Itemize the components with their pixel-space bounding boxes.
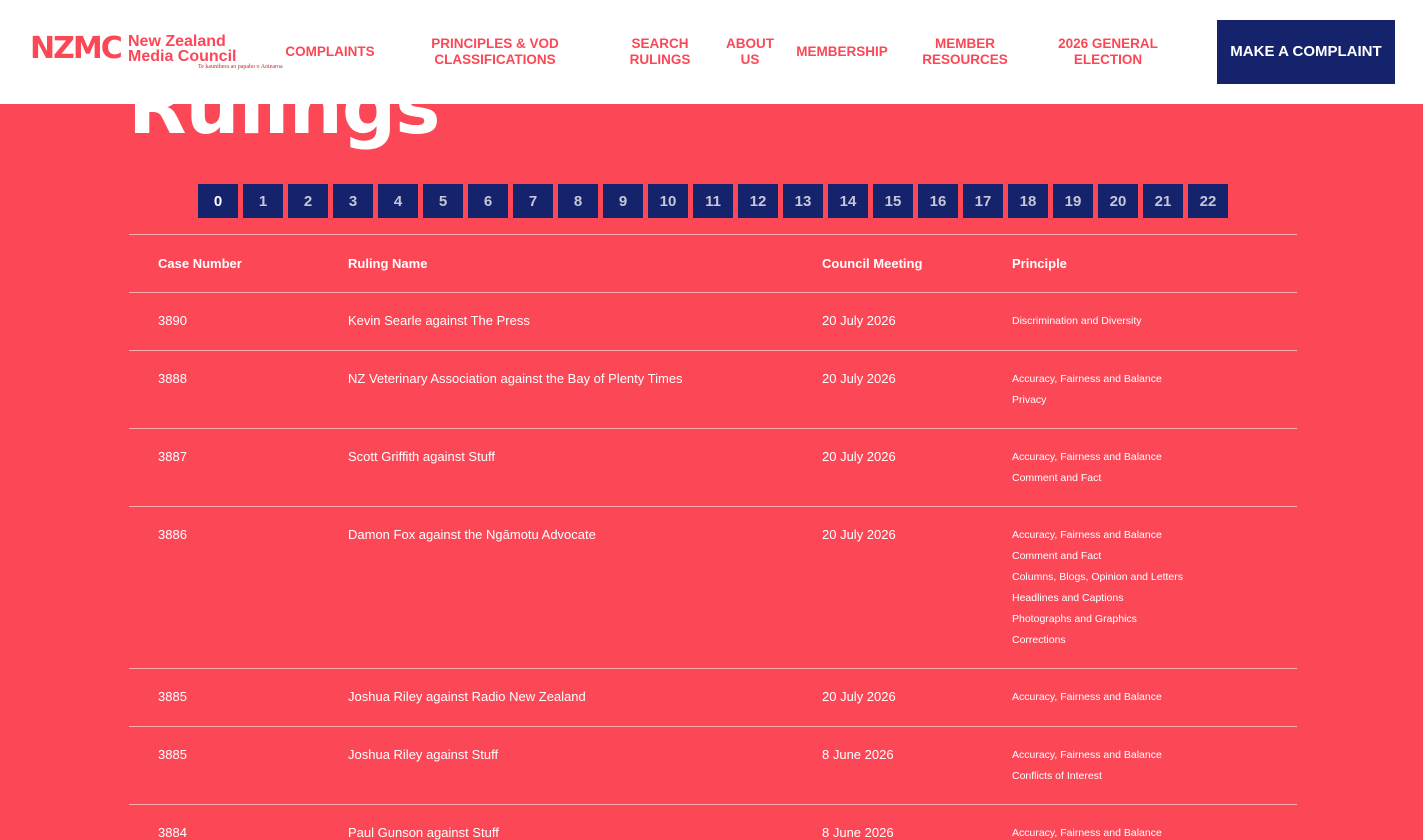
logo-name-line2: Media Council [128, 48, 237, 65]
logo-name: New Zealand Media Council [128, 33, 268, 65]
page-button-3[interactable]: 3 [333, 184, 373, 218]
table-row[interactable]: 3885 Joshua Riley against Radio New Zeala… [129, 668, 1297, 726]
page-button-2[interactable]: 2 [288, 184, 328, 218]
page-button-10[interactable]: 10 [648, 184, 688, 218]
principle-list: Accuracy, Fairness and Balance Comment an… [1012, 525, 1183, 651]
principle-item: Conflicts of Interest [1012, 770, 1102, 782]
rulings-table: Case Number Ruling Name Council Meeting … [129, 234, 1297, 840]
principle-item: Accuracy, Fairness and Balance [1012, 373, 1162, 385]
table-header-row: Case Number Ruling Name Council Meeting … [129, 234, 1297, 292]
principle-list: Accuracy, Fairness and Balance Comment an… [1012, 447, 1162, 489]
nav-principles[interactable]: PRINCIPLES & VOD CLASSIFICATIONS [416, 36, 574, 68]
principle-list: Accuracy, Fairness and Balance [1012, 687, 1162, 708]
table-row[interactable]: 3887 Scott Griffith against Stuff 20 July … [129, 428, 1297, 506]
principle-item: Privacy [1012, 394, 1047, 406]
council-meeting-date: 8 June 2026 [822, 747, 894, 762]
case-number: 3885 [158, 689, 187, 704]
nav-complaints[interactable]: COMPLAINTS [280, 36, 380, 68]
page-button-16[interactable]: 16 [918, 184, 958, 218]
column-header-case-number: Case Number [158, 256, 242, 271]
page-button-11[interactable]: 11 [693, 184, 733, 218]
page-button-18[interactable]: 18 [1008, 184, 1048, 218]
make-complaint-button[interactable]: MAKE A COMPLAINT [1217, 20, 1395, 84]
council-meeting-date: 20 July 2026 [822, 527, 896, 542]
nav-general-election[interactable]: 2026 GENERAL ELECTION [1044, 36, 1172, 68]
case-number: 3886 [158, 527, 187, 542]
logo-mark: NZMC [30, 31, 123, 66]
principle-item: Corrections [1012, 634, 1066, 646]
page-button-21[interactable]: 21 [1143, 184, 1183, 218]
logo-name-line1: New Zealand [128, 33, 226, 50]
principle-item: Photographs and Graphics [1012, 613, 1137, 625]
page-button-17[interactable]: 17 [963, 184, 1003, 218]
table-row[interactable]: 3884 Paul Gunson against Stuff 8 June 2026… [129, 804, 1297, 840]
case-number: 3885 [158, 747, 187, 762]
council-meeting-date: 20 July 2026 [822, 449, 896, 464]
site-logo[interactable]: NZMC New Zealand Media Council Te kaunih… [30, 31, 283, 71]
principle-item: Accuracy, Fairness and Balance [1012, 691, 1162, 703]
page-button-1[interactable]: 1 [243, 184, 283, 218]
table-row[interactable]: 3890 Kevin Searle against The Press 20 Jul… [129, 292, 1297, 350]
principle-item: Accuracy, Fairness and Balance [1012, 827, 1162, 839]
principle-list: Accuracy, Fairness and Balance [1012, 823, 1162, 840]
ruling-name-link[interactable]: NZ Veterinary Association against the Ba… [348, 371, 683, 387]
page-button-8[interactable]: 8 [558, 184, 598, 218]
council-meeting-date: 20 July 2026 [822, 313, 896, 328]
ruling-name-link[interactable]: Kevin Searle against The Press [348, 313, 530, 329]
case-number: 3887 [158, 449, 187, 464]
ruling-name-link[interactable]: Damon Fox against the Ngāmotu Advocate [348, 527, 596, 543]
table-row[interactable]: 3885 Joshua Riley against Stuff 8 June 202… [129, 726, 1297, 804]
column-header-principle: Principle [1012, 256, 1067, 271]
principle-list: Accuracy, Fairness and Balance Conflicts … [1012, 745, 1162, 787]
ruling-name-link[interactable]: Scott Griffith against Stuff [348, 449, 495, 465]
principle-item: Comment and Fact [1012, 472, 1102, 484]
page-button-5[interactable]: 5 [423, 184, 463, 218]
ruling-name-link[interactable]: Joshua Riley against Stuff [348, 747, 498, 763]
principle-item: Comment and Fact [1012, 550, 1102, 562]
case-number: 3884 [158, 825, 187, 840]
page-button-13[interactable]: 13 [783, 184, 823, 218]
principle-item: Accuracy, Fairness and Balance [1012, 749, 1162, 761]
column-header-council-meeting: Council Meeting [822, 256, 923, 271]
page-button-4[interactable]: 4 [378, 184, 418, 218]
page-button-20[interactable]: 20 [1098, 184, 1138, 218]
page-button-15[interactable]: 15 [873, 184, 913, 218]
page-button-0[interactable]: 0 [198, 184, 238, 218]
nav-search-rulings[interactable]: SEARCH RULINGS [616, 36, 704, 68]
page-button-12[interactable]: 12 [738, 184, 778, 218]
case-number: 3890 [158, 313, 187, 328]
principle-list: Accuracy, Fairness and Balance Privacy [1012, 369, 1162, 411]
table-row[interactable]: 3888 NZ Veterinary Association against th… [129, 350, 1297, 428]
principle-item: Accuracy, Fairness and Balance [1012, 451, 1162, 463]
council-meeting-date: 20 July 2026 [822, 689, 896, 704]
page-button-7[interactable]: 7 [513, 184, 553, 218]
principle-list: Discrimination and Diversity [1012, 311, 1142, 332]
council-meeting-date: 8 June 2026 [822, 825, 894, 840]
logo-tagline: Te kaunihera ao papaho o Aotearoa [198, 64, 283, 70]
page-button-22[interactable]: 22 [1188, 184, 1228, 218]
council-meeting-date: 20 July 2026 [822, 371, 896, 386]
case-number: 3888 [158, 371, 187, 386]
pagination: 0 1 2 3 4 5 6 7 8 9 10 11 12 13 14 15 16 17 18 19 20 21 22 [198, 184, 1228, 218]
nav-about-us[interactable]: ABOUT US [722, 36, 778, 68]
principle-item: Accuracy, Fairness and Balance [1012, 529, 1162, 541]
page-button-19[interactable]: 19 [1053, 184, 1093, 218]
ruling-name-link[interactable]: Joshua Riley against Radio New Zealand [348, 689, 586, 705]
nav-membership[interactable]: MEMBERSHIP [790, 36, 894, 68]
nav-member-resources[interactable]: MEMBER RESOURCES [914, 36, 1016, 68]
page-button-14[interactable]: 14 [828, 184, 868, 218]
principle-item: Columns, Blogs, Opinion and Letters [1012, 571, 1184, 583]
page-button-6[interactable]: 6 [468, 184, 508, 218]
site-header: NZMC New Zealand Media Council Te kaunih… [0, 0, 1423, 104]
column-header-ruling-name: Ruling Name [348, 256, 428, 271]
table-body: 3890 Kevin Searle against The Press 20 Jul… [129, 292, 1297, 840]
principle-item: Headlines and Captions [1012, 592, 1124, 604]
page-button-9[interactable]: 9 [603, 184, 643, 218]
principle-item: Discrimination and Diversity [1012, 315, 1142, 327]
table-row[interactable]: 3886 Damon Fox against the Ngāmotu Advoca… [129, 506, 1297, 668]
ruling-name-link[interactable]: Paul Gunson against Stuff [348, 825, 499, 840]
